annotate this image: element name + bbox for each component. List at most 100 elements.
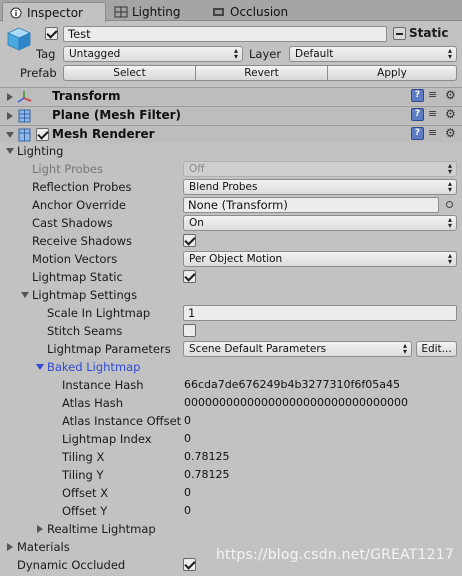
- cast-shadows-value: On: [189, 217, 204, 229]
- offset-x-label: Offset X: [62, 486, 109, 500]
- tab-lighting-label: Lighting: [132, 4, 181, 19]
- tag-value: Untagged: [69, 48, 121, 60]
- anchor-override-field[interactable]: None (Transform): [183, 197, 439, 213]
- cast-shadows-label: Cast Shadows: [32, 216, 113, 230]
- atlas-hash-label: Atlas Hash: [62, 396, 124, 410]
- mesh-filter-icon: [18, 109, 31, 123]
- lighting-section-label[interactable]: Lighting: [17, 144, 63, 158]
- help-book-icon[interactable]: ?: [411, 127, 424, 140]
- realtime-lightmap-foldout-icon[interactable]: [37, 525, 43, 533]
- object-picker-icon[interactable]: [446, 201, 453, 208]
- gear-icon[interactable]: ⚙: [445, 108, 458, 121]
- lightmap-settings-label[interactable]: Lightmap Settings: [32, 288, 137, 302]
- lighting-foldout-icon[interactable]: [6, 148, 14, 154]
- reflection-probes-label: Reflection Probes: [32, 180, 132, 194]
- cast-shadows-dropdown[interactable]: On ▴ ▾: [183, 215, 457, 231]
- prefab-select-button[interactable]: Select: [63, 65, 196, 81]
- atlas-instance-offset-label: Atlas Instance Offset: [62, 414, 182, 428]
- stitch-seams-label: Stitch Seams: [47, 324, 123, 338]
- dropdown-arrow-icon: ▴ ▾: [402, 341, 407, 356]
- atlas-instance-offset-value: 0: [184, 414, 191, 427]
- prefab-revert-button[interactable]: Revert: [195, 65, 328, 81]
- prefab-apply-button[interactable]: Apply: [327, 65, 457, 81]
- anchor-override-label: Anchor Override: [32, 198, 126, 212]
- motion-vectors-dropdown[interactable]: Per Object Motion ▴ ▾: [183, 251, 457, 267]
- dropdown-arrow-icon: ▴ ▾: [447, 215, 452, 230]
- tab-lighting[interactable]: Lighting: [108, 2, 204, 21]
- lighting-icon: [114, 6, 128, 17]
- mesh-renderer-component-header[interactable]: Mesh Renderer ? ≡ ⚙: [0, 125, 462, 143]
- tab-inspector-label: Inspector: [27, 5, 83, 20]
- mesh-filter-title: Plane (Mesh Filter): [52, 108, 181, 122]
- motion-vectors-label: Motion Vectors: [32, 252, 118, 266]
- instance-hash-label: Instance Hash: [62, 378, 144, 392]
- tiling-y-label: Tiling Y: [62, 468, 104, 482]
- gear-icon[interactable]: ⚙: [445, 89, 458, 102]
- atlas-hash-value: 00000000000000000000000000000000: [184, 396, 408, 409]
- reflection-probes-dropdown[interactable]: Blend Probes ▴ ▾: [183, 179, 457, 195]
- light-probes-label: Light Probes: [32, 162, 103, 176]
- preset-sliders-icon[interactable]: ≡: [428, 127, 441, 140]
- tab-inspector[interactable]: Inspector: [2, 2, 106, 22]
- reflection-probes-value: Blend Probes: [189, 181, 258, 193]
- help-book-icon[interactable]: ?: [411, 108, 424, 121]
- receive-shadows-checkbox[interactable]: [183, 234, 196, 247]
- light-probes-value: Off: [189, 163, 205, 175]
- lightmap-index-label: Lightmap Index: [62, 432, 152, 446]
- lightmap-parameters-dropdown[interactable]: Scene Default Parameters ▴ ▾: [183, 341, 412, 357]
- offset-y-label: Offset Y: [62, 504, 108, 518]
- light-probes-dropdown: Off ▴ ▾: [183, 161, 457, 177]
- layer-dropdown[interactable]: Default ▴ ▾: [289, 46, 457, 62]
- gear-icon[interactable]: ⚙: [445, 127, 458, 140]
- lightmap-parameters-label: Lightmap Parameters: [47, 342, 171, 356]
- occlusion-icon: [213, 7, 224, 16]
- instance-hash-value: 66cda7de676249b4b3277310f6f05a45: [184, 378, 400, 391]
- edit-parameters-button[interactable]: Edit...: [416, 341, 457, 357]
- lightmap-settings-foldout-icon[interactable]: [21, 292, 29, 298]
- static-label: Static: [409, 26, 449, 40]
- preset-sliders-icon[interactable]: ≡: [428, 108, 441, 121]
- lightmap-static-checkbox[interactable]: [183, 270, 196, 283]
- dropdown-arrow-icon: ▴ ▾: [447, 161, 452, 176]
- offset-x-value: 0: [184, 486, 191, 499]
- transform-title: Transform: [52, 89, 121, 103]
- help-book-icon[interactable]: ?: [411, 89, 424, 102]
- dropdown-arrow-icon: ▴ ▾: [447, 251, 452, 266]
- tag-label: Tag: [36, 47, 56, 61]
- realtime-lightmap-label[interactable]: Realtime Lightmap: [47, 522, 156, 536]
- foldout-collapsed-icon: [7, 112, 13, 120]
- tiling-y-value: 0.78125: [184, 468, 230, 481]
- tiling-x-value: 0.78125: [184, 450, 230, 463]
- baked-lightmap-label[interactable]: Baked Lightmap: [47, 360, 140, 374]
- baked-lightmap-foldout-icon[interactable]: [36, 364, 44, 370]
- dropdown-arrow-icon: ▴ ▾: [233, 46, 238, 61]
- materials-foldout-icon[interactable]: [7, 543, 13, 551]
- info-icon: [10, 7, 22, 18]
- stitch-seams-checkbox[interactable]: [183, 324, 196, 337]
- tag-dropdown[interactable]: Untagged ▴ ▾: [63, 46, 243, 62]
- tab-occlusion[interactable]: Occlusion: [206, 2, 306, 21]
- materials-label[interactable]: Materials: [17, 540, 70, 554]
- mesh-filter-component-header[interactable]: Plane (Mesh Filter) ? ≡ ⚙: [0, 106, 462, 124]
- dropdown-arrow-icon: ▴ ▾: [447, 179, 452, 194]
- active-checkbox[interactable]: [45, 27, 58, 40]
- receive-shadows-label: Receive Shadows: [32, 234, 133, 248]
- static-checkbox[interactable]: [393, 27, 406, 40]
- transform-component-header[interactable]: Transform ? ≡ ⚙: [0, 87, 462, 105]
- mesh-renderer-icon: [18, 128, 31, 142]
- preset-sliders-icon[interactable]: ≡: [428, 89, 441, 102]
- motion-vectors-value: Per Object Motion: [189, 253, 283, 265]
- mesh-renderer-enabled-checkbox[interactable]: [36, 128, 49, 141]
- layer-value: Default: [295, 48, 334, 60]
- dynamic-occluded-label: Dynamic Occluded: [17, 558, 126, 572]
- dynamic-occluded-checkbox[interactable]: [183, 558, 196, 571]
- name-field[interactable]: Test: [63, 26, 387, 42]
- tiling-x-label: Tiling X: [62, 450, 105, 464]
- foldout-expanded-icon: [6, 132, 14, 138]
- scale-in-lightmap-field[interactable]: 1: [183, 305, 457, 321]
- scale-in-lightmap-label: Scale In Lightmap: [47, 306, 151, 320]
- gameobject-cube-icon: [7, 27, 31, 51]
- tab-occlusion-label: Occlusion: [230, 4, 289, 19]
- dropdown-arrow-icon: ▴ ▾: [447, 46, 452, 61]
- transform-icon: [17, 91, 32, 103]
